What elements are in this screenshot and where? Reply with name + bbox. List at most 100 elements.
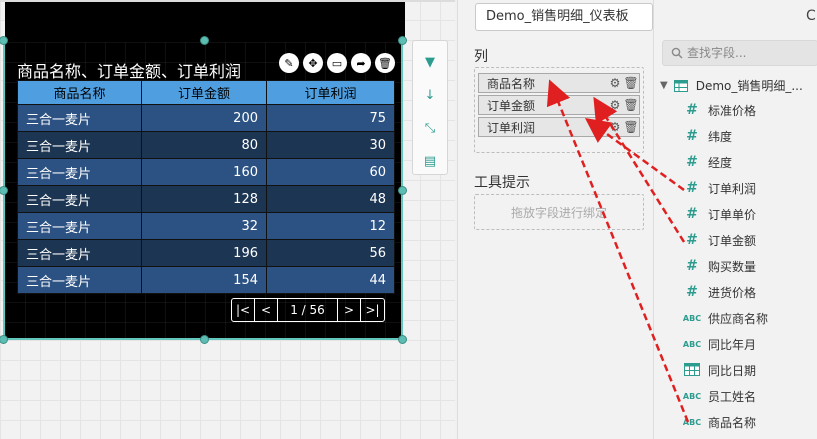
column-chip[interactable]: 订单利润 ⚙ 🗑 (478, 117, 640, 137)
collapse-icon[interactable]: ⤡ (421, 117, 439, 139)
field-name: 经度 (708, 155, 733, 170)
trash-icon[interactable]: 🗑 (623, 120, 639, 134)
field-name: 标准价格 (708, 103, 757, 118)
columns-drop-zone[interactable]: 商品名称 ⚙ 🗑 订单金额 ⚙ 🗑 订单利润 ⚙ 🗑 (474, 67, 644, 153)
gear-icon[interactable]: ⚙ (607, 120, 623, 134)
card-icon[interactable]: ▤ (421, 150, 439, 172)
field-item[interactable]: ABC 同比年月 (682, 331, 756, 357)
column-chip[interactable]: 订单金额 ⚙ 🗑 (478, 95, 640, 115)
share-icon[interactable]: ➦ (351, 53, 371, 73)
column-chip-label: 订单金额 (487, 98, 536, 113)
edit-icon[interactable]: ✎ (279, 53, 299, 73)
table-cell: 32 (141, 212, 267, 240)
resize-handle[interactable] (398, 186, 407, 195)
comment-icon[interactable]: ▭ (327, 53, 347, 73)
last-page-button[interactable]: >| (361, 299, 384, 321)
dashboard-canvas[interactable]: 商品名称、订单金额、订单利润 ✎ ✥ ▭ ➦ 🗑 商品名称 订单金额 订单利润 … (0, 0, 455, 439)
datasource-select[interactable]: Demo_销售明细_仪表板 (475, 3, 653, 31)
number-type-icon: # (686, 102, 698, 118)
table-cell: 三合一麦片 (17, 212, 142, 240)
field-item[interactable]: 同比日期 (682, 357, 756, 383)
filter-icon[interactable]: ▼ (421, 51, 439, 73)
resize-handle[interactable] (398, 36, 407, 45)
pagination: |< < 1 / 56 > >| (231, 298, 385, 322)
move-icon[interactable]: ✥ (303, 53, 323, 73)
field-item[interactable]: # 订单利润 (682, 175, 756, 201)
field-item[interactable]: ABC 供应商名称 (682, 305, 768, 331)
search-input[interactable] (687, 46, 817, 60)
field-item[interactable]: # 订单金额 (682, 227, 756, 253)
table-cell: 三合一麦片 (17, 131, 142, 159)
table-cell: 三合一麦片 (17, 104, 142, 132)
chevron-down-icon[interactable]: ▼ (660, 80, 668, 91)
number-type-icon: # (686, 206, 698, 222)
table-row: 三合一麦片 200 75 (17, 104, 395, 132)
number-type-icon: # (686, 284, 698, 300)
resize-handle[interactable] (0, 335, 8, 344)
field-item[interactable]: # 经度 (682, 149, 732, 175)
datasource-name: Demo_销售明细_... (695, 79, 803, 93)
table-row: 三合一麦片 128 48 (17, 185, 395, 213)
column-chip[interactable]: 商品名称 ⚙ 🗑 (478, 73, 640, 93)
field-name: 同比日期 (708, 363, 757, 378)
field-item[interactable]: # 进货价格 (682, 279, 756, 305)
text-type-icon: ABC (682, 417, 702, 427)
table-widget[interactable]: 商品名称、订单金额、订单利润 ✎ ✥ ▭ ➦ 🗑 商品名称 订单金额 订单利润 … (0, 2, 407, 344)
binding-panel: Demo_销售明细_仪表板 列 商品名称 ⚙ 🗑 订单金额 ⚙ 🗑 订单利润 ⚙… (457, 0, 653, 439)
field-name: 订单单价 (708, 207, 757, 222)
table-row: 三合一麦片 154 44 (17, 266, 395, 294)
prev-page-button[interactable]: < (255, 299, 278, 321)
next-page-button[interactable]: > (338, 299, 361, 321)
resize-handle[interactable] (398, 335, 407, 344)
sort-icon[interactable]: ↓ (421, 84, 439, 106)
text-type-icon: ABC (682, 391, 702, 401)
field-name: 订单利润 (708, 181, 757, 196)
column-header[interactable]: 商品名称 (17, 80, 142, 105)
field-item[interactable]: ABC 员工姓名 (682, 383, 756, 409)
first-page-button[interactable]: |< (232, 299, 255, 321)
number-type-icon: # (686, 258, 698, 274)
table-cell: 60 (266, 158, 395, 186)
field-search[interactable] (662, 40, 817, 66)
field-name: 订单金额 (708, 233, 757, 248)
data-table: 商品名称 订单金额 订单利润 三合一麦片 200 75 三合一麦片 80 30 … (17, 80, 395, 294)
table-cell: 三合一麦片 (17, 266, 142, 294)
table-cell: 30 (266, 131, 395, 159)
table-row: 三合一麦片 196 56 (17, 239, 395, 267)
table-cell: 48 (266, 185, 395, 213)
field-name: 商品名称 (708, 415, 757, 430)
field-name: 同比年月 (708, 337, 757, 352)
delete-icon[interactable]: 🗑 (375, 53, 395, 73)
field-name: 购买数量 (708, 259, 757, 274)
field-item[interactable]: # 订单单价 (682, 201, 756, 227)
table-cell: 200 (141, 104, 267, 132)
gear-icon[interactable]: ⚙ (607, 98, 623, 112)
field-item[interactable]: # 购买数量 (682, 253, 756, 279)
gear-icon[interactable]: ⚙ (607, 76, 623, 90)
trash-icon[interactable]: 🗑 (623, 98, 639, 112)
column-header[interactable]: 订单利润 (266, 80, 395, 105)
refresh-icon[interactable]: C (806, 8, 816, 24)
resize-handle[interactable] (200, 36, 209, 45)
column-chip-label: 订单利润 (487, 120, 536, 135)
table-cell: 三合一麦片 (17, 239, 142, 267)
table-row: 三合一麦片 160 60 (17, 158, 395, 186)
field-item[interactable]: # 标准价格 (682, 97, 756, 123)
trash-icon[interactable]: 🗑 (623, 76, 639, 90)
search-icon (671, 47, 683, 59)
tooltip-drop-zone[interactable]: 拖放字段进行绑定 (474, 194, 644, 230)
field-name: 进货价格 (708, 285, 757, 300)
table-cell: 12 (266, 212, 395, 240)
column-header[interactable]: 订单金额 (141, 80, 267, 105)
field-item[interactable]: ABC 商品名称 (682, 409, 756, 435)
table-cell: 56 (266, 239, 395, 267)
datasource-tree-node[interactable]: ▼ Demo_销售明细_... (660, 77, 803, 94)
table-cell: 80 (141, 131, 267, 159)
table-row: 三合一麦片 80 30 (17, 131, 395, 159)
text-type-icon: ABC (682, 339, 702, 349)
field-item[interactable]: # 纬度 (682, 123, 732, 149)
table-cell: 三合一麦片 (17, 185, 142, 213)
number-type-icon: # (686, 154, 698, 170)
number-type-icon: # (686, 232, 698, 248)
resize-handle[interactable] (200, 335, 209, 344)
